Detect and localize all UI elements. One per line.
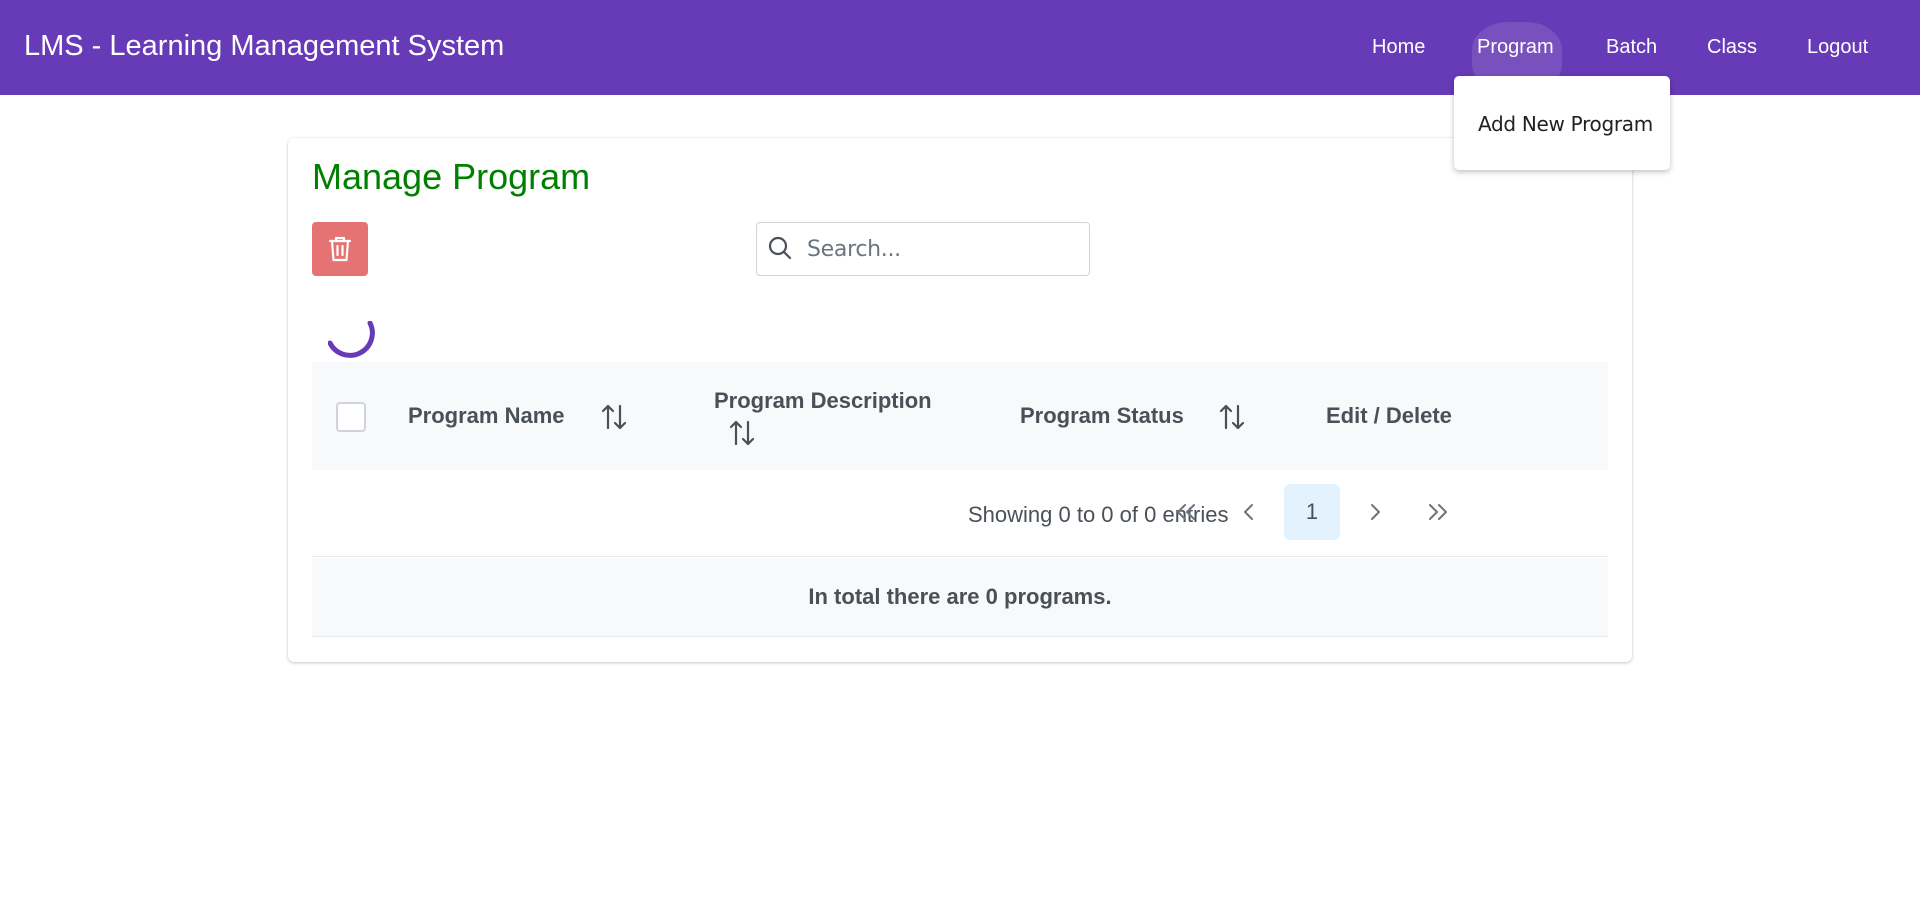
col-header-program-name[interactable]: Program Name [408,403,565,429]
col-header-program-description[interactable]: Program Description [714,388,932,414]
last-page-button[interactable] [1410,484,1466,540]
col-header-program-status[interactable]: Program Status [1020,403,1184,429]
search-box [756,222,1090,276]
program-dropdown-menu: Add New Program [1454,76,1670,170]
nav-home[interactable]: Home [1372,36,1425,59]
col-header-edit-delete: Edit / Delete [1326,403,1452,428]
sort-icon[interactable] [1218,402,1246,432]
delete-selected-button[interactable] [312,222,368,276]
nav-class[interactable]: Class [1707,36,1757,59]
sort-icon[interactable] [728,418,756,448]
search-input[interactable] [805,231,1079,267]
table-footer: In total there are 0 programs. [312,558,1608,637]
chevron-left-icon [1244,504,1253,520]
nav-batch[interactable]: Batch [1606,36,1657,59]
main-nav: Home Program Batch Class Logout [0,36,1920,66]
double-chevron-right-icon [1429,504,1447,520]
select-all-checkbox[interactable] [336,402,366,432]
chevron-right-icon [1371,504,1380,520]
nav-logout[interactable]: Logout [1807,36,1868,59]
nav-program[interactable]: Program [1477,36,1554,59]
prev-page-button[interactable] [1221,484,1277,540]
page-title: Manage Program [312,156,591,197]
next-page-button[interactable] [1347,484,1403,540]
page-button-1[interactable]: 1 [1284,484,1340,540]
total-programs-text: In total there are 0 programs. [808,584,1112,609]
trash-icon [328,236,352,262]
double-chevron-left-icon [1177,504,1195,520]
sort-icon[interactable] [600,402,628,432]
first-page-button[interactable] [1158,484,1214,540]
paginator: Showing 0 to 0 of 0 entries 1 [312,470,1608,557]
search-icon [768,236,792,260]
loading-spinner-icon [328,321,375,358]
table-header: Program Name Program Description Program… [312,362,1608,471]
menu-item-add-new-program[interactable]: Add New Program [1478,112,1653,136]
manage-program-card: Manage Program Program Name [288,138,1632,662]
